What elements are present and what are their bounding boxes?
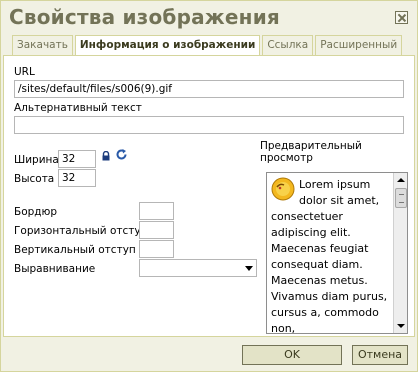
reset-size-icon[interactable] [115,148,128,161]
tab-image-info[interactable]: Информация о изображении [74,35,261,56]
url-input[interactable]: /sites/default/files/s006(9).gif [14,80,404,98]
tab-advanced[interactable]: Расширенный [315,35,403,55]
alt-text-label: Альтернативный текст [14,102,142,114]
height-label: Высота [14,173,55,185]
tab-bar: Закачать Информация о изображении Ссылка… [12,35,404,56]
alt-text-input[interactable] [14,116,404,134]
hspace-input[interactable] [139,221,174,239]
vspace-label: Вертикальный отступ [14,244,136,256]
preview-label: Предварительный просмотр [260,140,362,164]
preview-content: Lorem ipsum dolor sit amet, consectetuer… [271,177,391,334]
preview-box[interactable]: Lorem ipsum dolor sit amet, consectetuer… [266,172,408,334]
dialog-title: Свойства изображения [9,5,280,29]
url-label: URL [14,66,35,78]
image-properties-dialog: Свойства изображения Закачать Информация… [0,0,418,372]
preview-scrollbar[interactable] [393,173,407,333]
align-select[interactable] [139,259,257,277]
border-input[interactable] [139,202,174,220]
scroll-thumb[interactable] [395,188,407,208]
cancel-button[interactable]: Отмена [352,345,408,365]
tab-panel: URL /sites/default/files/s006(9).gif Аль… [3,55,415,337]
hspace-label: Горизонтальный отступ [14,225,148,237]
tab-upload[interactable]: Закачать [12,35,73,55]
tab-link[interactable]: Ссылка [262,35,314,55]
smiley-icon [271,177,295,201]
vspace-input[interactable] [139,240,174,258]
ok-button[interactable]: OK [242,345,342,365]
close-icon[interactable] [395,11,408,24]
scroll-up-icon[interactable] [395,174,407,186]
border-label: Бордюр [14,206,58,218]
scroll-down-icon[interactable] [395,320,407,332]
dialog-titlebar[interactable]: Свойства изображения [1,1,417,35]
width-input[interactable]: 32 [58,150,96,168]
dialog-footer: OK Отмена [1,341,417,371]
width-label: Ширина [14,154,59,166]
height-input[interactable]: 32 [58,169,96,187]
preview-text: Lorem ipsum dolor sit amet, consectetuer… [271,178,388,334]
chevron-down-icon [245,266,253,271]
lock-icon[interactable] [101,151,111,161]
align-label: Выравнивание [14,263,96,275]
